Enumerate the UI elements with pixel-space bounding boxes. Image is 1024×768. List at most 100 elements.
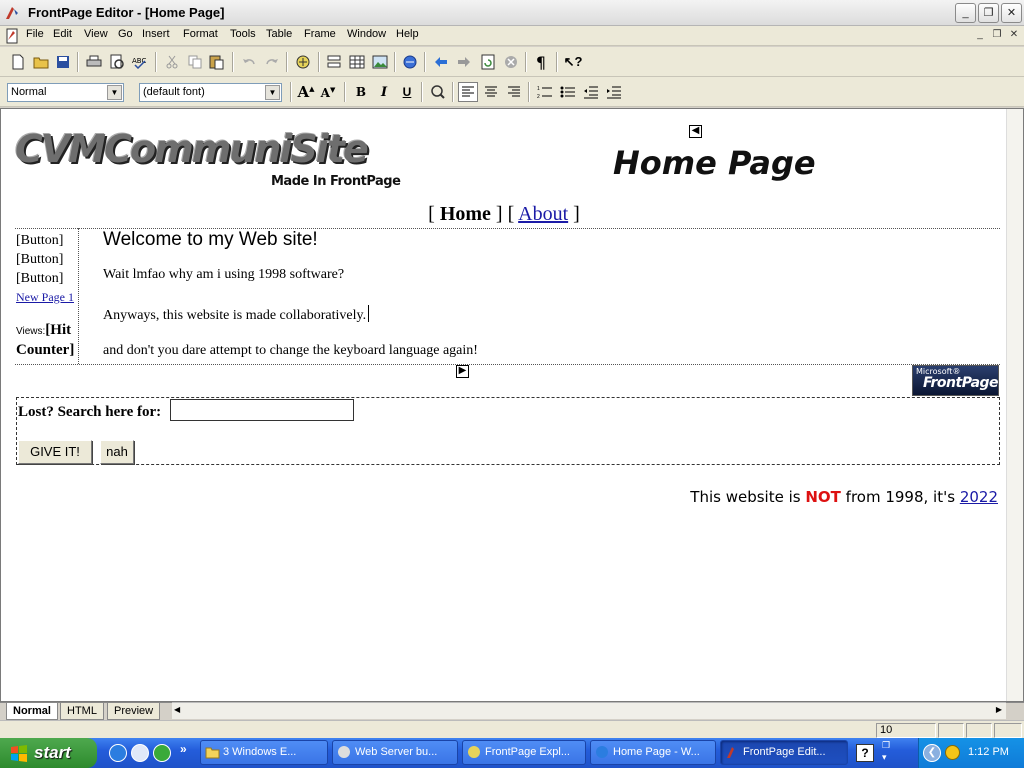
- decrease-indent-icon[interactable]: [581, 82, 601, 102]
- menu-frame[interactable]: Frame: [302, 28, 338, 40]
- menu-window[interactable]: Window: [345, 28, 388, 40]
- toolbar-separator: [452, 82, 454, 102]
- footer-not: NOT: [805, 488, 841, 506]
- numbered-list-icon[interactable]: 12: [535, 82, 555, 102]
- save-icon[interactable]: [53, 52, 73, 72]
- font-value: (default font): [143, 86, 205, 98]
- align-center-icon[interactable]: [481, 82, 501, 102]
- underline-icon[interactable]: U: [397, 82, 417, 102]
- outlook-express-icon[interactable]: [131, 744, 149, 762]
- menu-go[interactable]: Go: [116, 28, 135, 40]
- back-arrow-icon[interactable]: [431, 52, 451, 72]
- chevron-down-icon[interactable]: ▾: [882, 752, 887, 763]
- menu-tools[interactable]: Tools: [228, 28, 258, 40]
- toolbar-separator: [286, 52, 288, 72]
- refresh-icon[interactable]: [478, 52, 498, 72]
- italic-icon[interactable]: I: [374, 82, 394, 102]
- internet-explorer-icon[interactable]: [109, 744, 127, 762]
- taskbar-item-home-page-browser[interactable]: Home Page - W...: [590, 740, 716, 765]
- font-select[interactable]: (default font) ▼: [139, 83, 282, 102]
- show-paragraph-marks-icon[interactable]: ¶: [531, 52, 551, 72]
- restore-button[interactable]: ❐: [978, 3, 999, 23]
- mdi-restore-icon[interactable]: ❐: [989, 28, 1005, 43]
- left-nav-new-page-link[interactable]: New Page 1: [16, 288, 78, 307]
- left-nav-button-2[interactable]: [Button]: [16, 250, 78, 269]
- spelling-icon[interactable]: ABC: [130, 52, 150, 72]
- scroll-left-icon[interactable]: ◀: [174, 705, 180, 714]
- increase-font-size-icon[interactable]: A▲: [296, 82, 316, 102]
- menu-bar: File Edit View Go Insert Format Tools Ta…: [0, 26, 1024, 46]
- media-player-icon[interactable]: [153, 744, 171, 762]
- start-button[interactable]: start: [0, 738, 97, 768]
- search-input[interactable]: [170, 399, 354, 421]
- internet-explorer-icon: [596, 746, 608, 758]
- insert-image-icon[interactable]: [370, 52, 390, 72]
- bulleted-list-icon[interactable]: [558, 82, 578, 102]
- cut-icon[interactable]: [162, 52, 182, 72]
- tray-expand-icon[interactable]: ❮: [923, 744, 941, 762]
- copy-icon[interactable]: [185, 52, 205, 72]
- forward-arrow-icon[interactable]: [454, 52, 474, 72]
- menu-format[interactable]: Format: [181, 28, 220, 40]
- decrease-font-size-icon[interactable]: A▼: [318, 82, 338, 102]
- desktop-restore-icon[interactable]: ❐: [882, 740, 890, 751]
- hyperlink-icon[interactable]: [400, 52, 420, 72]
- minimize-button[interactable]: _: [955, 3, 976, 23]
- quick-launch-expand-icon[interactable]: »: [180, 742, 187, 756]
- taskbar-item-frontpage-editor[interactable]: FrontPage Edit...: [720, 740, 848, 765]
- nav-link-about[interactable]: About: [518, 203, 568, 225]
- print-icon[interactable]: [84, 52, 104, 72]
- footer-year-link[interactable]: 2022: [960, 488, 998, 506]
- insert-table-icon[interactable]: [347, 52, 367, 72]
- webbot-icon[interactable]: [293, 52, 313, 72]
- open-folder-icon[interactable]: [31, 52, 51, 72]
- horizontal-scrollbar[interactable]: ◀ ▶: [172, 702, 1006, 719]
- menu-file[interactable]: File: [24, 28, 46, 40]
- left-nav-button-3[interactable]: [Button]: [16, 269, 78, 288]
- search-reset-button[interactable]: nah: [100, 440, 134, 464]
- taskbar-item-windows-explorer[interactable]: 3 Windows E...: [200, 740, 328, 765]
- bold-icon[interactable]: B: [351, 82, 371, 102]
- main-content[interactable]: Welcome to my Web site! Wait lmfao why a…: [103, 229, 478, 381]
- menu-table[interactable]: Table: [264, 28, 294, 40]
- redo-icon[interactable]: [262, 52, 282, 72]
- taskbar-item-web-server[interactable]: Web Server bu...: [332, 740, 458, 765]
- toolbar-separator: [424, 52, 426, 72]
- paragraph-style-select[interactable]: Normal ▼: [7, 83, 124, 102]
- paste-icon[interactable]: [207, 52, 227, 72]
- new-page-icon[interactable]: [8, 52, 28, 72]
- help-pointer-icon[interactable]: ↖?: [563, 52, 583, 72]
- text-color-icon[interactable]: [428, 82, 448, 102]
- left-nav-button-1[interactable]: [Button]: [16, 231, 78, 250]
- undo-icon[interactable]: [239, 52, 259, 72]
- stop-icon[interactable]: [501, 52, 521, 72]
- mdi-minimize-icon[interactable]: _: [972, 28, 988, 43]
- menu-insert[interactable]: Insert: [140, 28, 172, 40]
- tab-html[interactable]: HTML: [60, 703, 104, 720]
- chevron-down-icon[interactable]: ▼: [107, 85, 122, 100]
- tab-normal[interactable]: Normal: [6, 703, 58, 720]
- tray-security-icon[interactable]: [945, 745, 960, 760]
- align-right-icon[interactable]: [504, 82, 524, 102]
- nav-link-home[interactable]: Home: [440, 203, 491, 225]
- insert-form-field-icon[interactable]: [324, 52, 344, 72]
- mdi-close-icon[interactable]: ✕: [1006, 28, 1022, 43]
- increase-indent-icon[interactable]: [604, 82, 624, 102]
- document-icon[interactable]: [4, 28, 20, 44]
- menu-edit[interactable]: Edit: [51, 28, 74, 40]
- menu-view[interactable]: View: [82, 28, 110, 40]
- scroll-right-icon[interactable]: ▶: [996, 705, 1002, 714]
- tab-preview[interactable]: Preview: [107, 703, 161, 720]
- print-preview-icon[interactable]: [107, 52, 127, 72]
- chevron-down-icon[interactable]: ▼: [265, 85, 280, 100]
- close-button[interactable]: ✕: [1001, 3, 1022, 23]
- vertical-scrollbar[interactable]: [1006, 109, 1023, 701]
- menu-help[interactable]: Help: [394, 28, 421, 40]
- frame-arrow-right-icon[interactable]: ▶: [456, 365, 469, 378]
- help-icon[interactable]: ?: [856, 744, 874, 762]
- search-submit-button[interactable]: GIVE IT!: [18, 440, 92, 464]
- taskbar-item-frontpage-explorer[interactable]: FrontPage Expl...: [462, 740, 586, 765]
- editor-canvas[interactable]: CVMCommuniSite Made In FrontPage ◀ Home …: [0, 108, 1024, 702]
- align-left-icon[interactable]: [458, 82, 478, 102]
- frame-arrow-left-icon[interactable]: ◀: [689, 125, 702, 138]
